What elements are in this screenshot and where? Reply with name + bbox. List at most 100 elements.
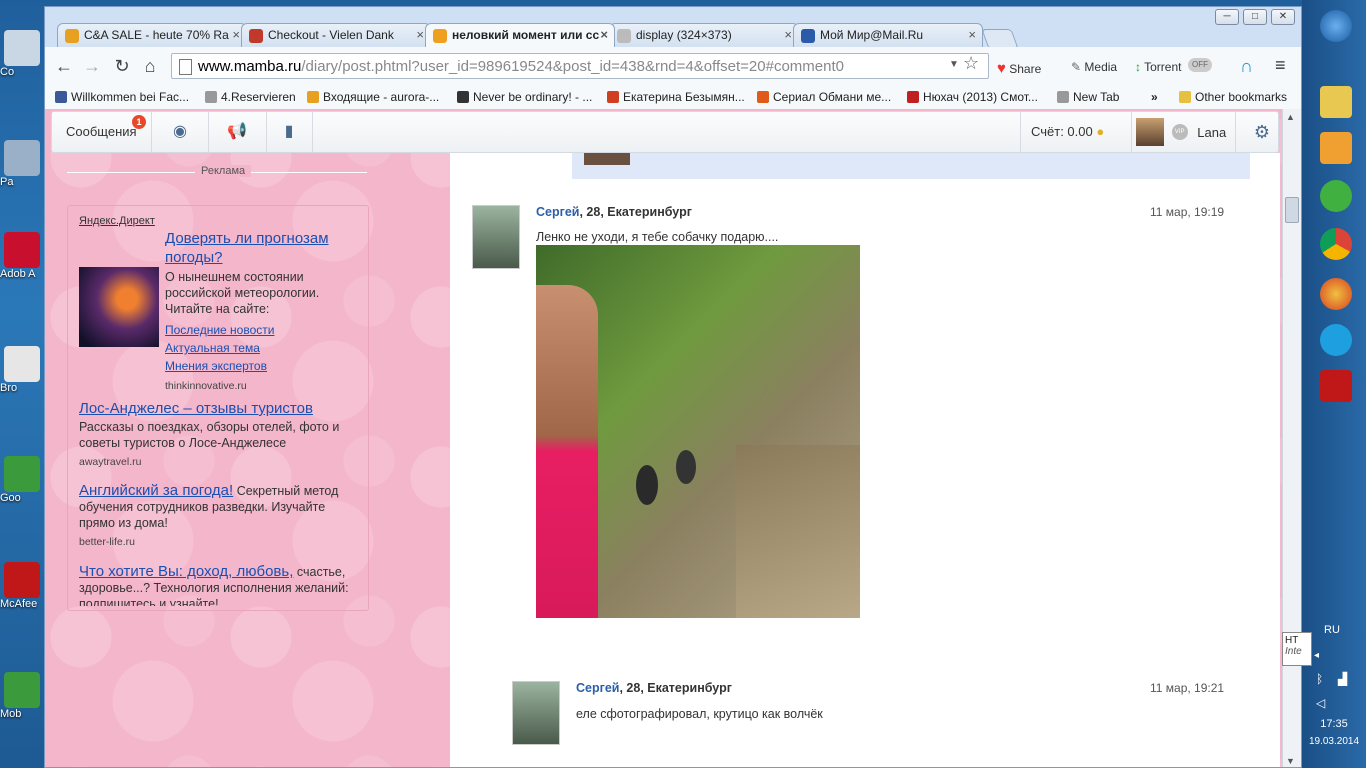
ad-sitelink[interactable]: Мнения экспертов [165,357,355,375]
icq-icon[interactable] [1320,180,1352,212]
page-scrollbar[interactable]: ▲ ▼ [1282,109,1301,767]
language-indicator[interactable]: RU [1324,624,1340,636]
bookmark-item[interactable]: Сериал Обмани ме... [757,90,891,104]
ad-image[interactable] [79,267,159,347]
diary-content: Сергей, 28, Екатеринбург 11 мар, 19:19 Л… [450,153,1280,767]
bluetooth-icon[interactable]: ᛒ [1316,672,1323,686]
back-icon[interactable]: ← [53,56,75,76]
bookmark-star-icon[interactable]: ☆ [963,53,979,74]
messages-button[interactable]: Сообщения 1 [52,112,152,152]
tray-tooltip: HT Inte [1282,632,1312,666]
comment-avatar[interactable] [512,681,560,745]
share-button[interactable]: ♥ Share [997,60,1041,77]
tab-checkout[interactable]: Checkout - Vielen Dank × [241,23,431,47]
mail-icon [307,91,319,103]
explorer-icon[interactable] [1320,86,1352,118]
yandex-direct-link[interactable]: Яндекс.Директ [79,213,155,229]
avatar [584,153,630,165]
media-player-icon[interactable] [1320,132,1352,164]
comment-date: 11 мар, 19:19 [1150,205,1225,219]
home-icon[interactable]: ⌂ [139,56,161,76]
scroll-down-icon[interactable]: ▼ [1286,756,1295,766]
start-button[interactable] [1320,10,1352,42]
settings-gear-icon[interactable]: ⚙ [1244,112,1280,152]
close-tab-icon[interactable]: × [784,27,792,42]
headphones-icon[interactable]: ∩ [1240,56,1253,77]
network-icon[interactable]: ▟ [1338,672,1347,686]
maximize-button[interactable]: □ [1243,9,1267,25]
ad-title-link[interactable]: Доверять ли прогнозам погоды? [165,229,355,267]
eye-icon[interactable]: ◉ [152,112,209,152]
tab-display[interactable]: display (324×373) × [609,23,799,47]
reload-icon[interactable]: ↻ [111,56,133,76]
comment-photo[interactable] [536,245,860,618]
user-profile-button[interactable]: VIP Lana [1132,112,1236,152]
ad-sitelink[interactable]: Последние новости [165,321,355,339]
close-tab-icon[interactable]: × [232,27,240,42]
desktop-icon-mobile[interactable]: Mob [0,672,44,720]
tab-mamba-active[interactable]: неловкий момент или сс × [425,23,615,47]
new-tab-button[interactable] [981,29,1019,49]
tab-moy-mir[interactable]: Мой Мир@Mail.Ru × [793,23,983,47]
media-button[interactable]: ✎ Media [1071,60,1117,74]
desktop-icon-bro[interactable]: Bro [0,346,44,394]
stats-icon[interactable]: ▮ [266,112,313,152]
desktop-icon-adobe[interactable]: Adob A [0,232,44,280]
comment-avatar[interactable] [472,205,520,269]
close-tab-icon[interactable]: × [600,27,608,42]
bookmarks-overflow-button[interactable]: » [1151,90,1158,104]
bookmark-item[interactable]: New Tab [1057,90,1119,104]
film-icon [757,91,769,103]
bookmark-item[interactable]: Willkommen bei Fac... [55,90,189,104]
ad-title-link[interactable]: Что хотите Вы: доход, любовь, [79,564,293,580]
chrome-icon[interactable] [1320,228,1352,260]
ad-title-link[interactable]: Английский за погода! [79,482,233,499]
tab-title: display (324×373) [636,28,732,42]
app-icon[interactable] [1320,370,1352,402]
tab-favicon-icon [249,29,263,43]
bookmark-item[interactable]: Never be ordinary! - ... [457,90,592,104]
photo-path [736,445,860,618]
tab-favicon-icon [801,29,815,43]
forward-icon[interactable]: → [81,56,103,76]
close-tab-icon[interactable]: × [968,27,976,42]
bookmark-item[interactable]: Екатерина Безымян... [607,90,745,104]
comment-author[interactable]: Сергей, 28, Екатеринбург [536,205,692,219]
comment-author[interactable]: Сергей, 28, Екатеринбург [576,681,732,695]
ad-sitelink[interactable]: Актуальная тема [165,339,355,357]
tray-expand-icon[interactable]: ◂ [1314,650,1319,661]
tab-favicon-icon [433,29,447,43]
torrent-button[interactable]: ↕ Torrent [1135,60,1181,74]
browser-icon[interactable] [1320,278,1352,310]
tab-ca-sale[interactable]: C&A SALE - heute 70% Ra × [57,23,247,47]
address-bar[interactable]: www.mamba.ru/diary/post.phtml?user_id=98… [171,53,989,79]
bookmark-item[interactable]: Нюхач (2013) Смот... [907,90,1038,104]
ad-title-link[interactable]: Лос-Анджелес – отзывы туристов [79,401,349,417]
torrent-toggle[interactable]: OFF [1188,58,1212,72]
close-window-button[interactable]: ✕ [1271,9,1295,25]
tab-favicon-icon [65,29,79,43]
close-tab-icon[interactable]: × [416,27,424,42]
desktop-icon-mcafee[interactable]: McAfee [0,562,44,610]
scroll-up-icon[interactable]: ▲ [1286,112,1295,122]
omnibox-dropdown-icon[interactable]: ▼ [949,59,959,70]
folder-icon [1179,91,1191,103]
page-icon [205,91,217,103]
volume-icon[interactable]: ◁ [1316,696,1325,710]
desktop-icon-pa[interactable]: Pa [0,140,44,188]
desktop-icon-computer[interactable]: Co [0,30,44,78]
megaphone-icon[interactable]: 📢 [208,112,267,152]
skype-icon[interactable] [1320,324,1352,356]
account-balance[interactable]: Счёт: 0.00 ● [1020,112,1132,152]
window-controls: ─ □ ✕ [1215,9,1295,25]
menu-icon[interactable]: ≡ [1275,55,1286,76]
mamba-toolbar: Сообщения 1 ◉ 📢 ▮ Счёт: 0.00 ● VIP Lana … [51,111,1279,153]
minimize-button[interactable]: ─ [1215,9,1239,25]
desktop-icon-google[interactable]: Goo [0,456,44,504]
clock-time[interactable]: 17:35 [1302,718,1366,730]
bookmark-item[interactable]: 4.Reservieren [205,90,296,104]
clock-date[interactable]: 19.03.2014 [1302,736,1366,747]
other-bookmarks-button[interactable]: Other bookmarks [1179,90,1287,104]
scroll-thumb[interactable] [1285,197,1299,223]
bookmark-item[interactable]: Входящие - aurora-... [307,90,439,104]
